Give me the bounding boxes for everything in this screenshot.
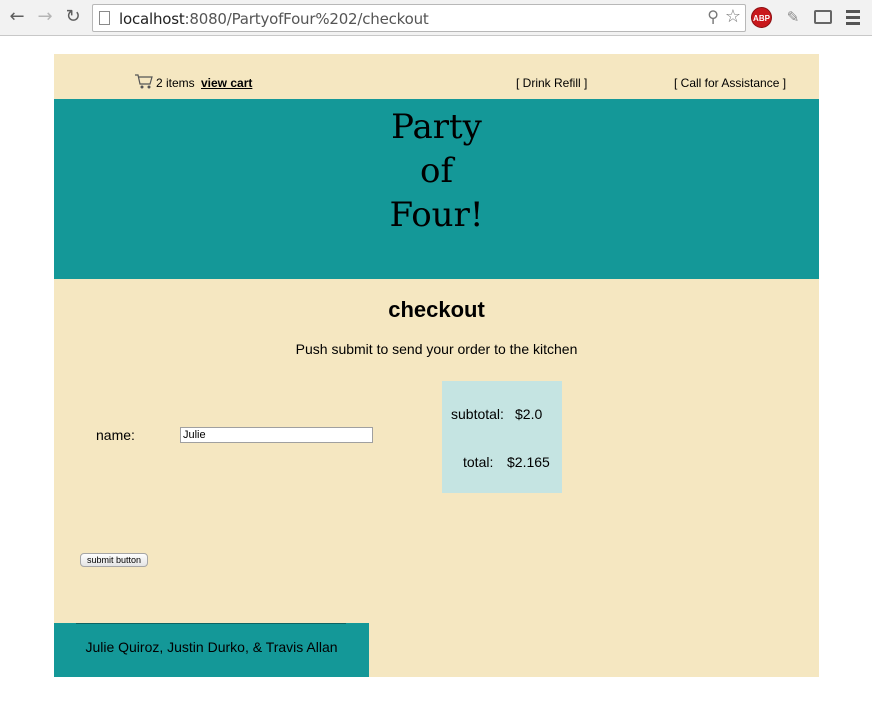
url-text: localhost:8080/PartyofFour%202/checkout	[119, 10, 429, 28]
top-bar: 2 items view cart [ Drink Refill ] [ Cal…	[54, 54, 819, 99]
page-title: checkout	[388, 297, 485, 322]
forward-arrow-icon[interactable]: →	[34, 6, 56, 28]
cart-icon	[135, 74, 153, 89]
submit-button[interactable]: submit button	[80, 553, 149, 567]
subtotal-value: $2.0	[515, 406, 543, 422]
total-label: total:	[463, 454, 494, 470]
address-bar[interactable]: localhost:8080/PartyofFour%202/checkout …	[92, 4, 746, 32]
name-field[interactable]	[180, 427, 373, 443]
view-cart-link[interactable]: view cart	[201, 76, 252, 90]
bookmark-star-icon[interactable]: ☆	[725, 6, 741, 27]
extension-icon[interactable]: ✎	[784, 8, 802, 28]
site-title: Party of Four!	[389, 107, 484, 235]
url-host: localhost	[119, 10, 185, 28]
browser-toolbar: ← → ↻ localhost:8080/PartyofFour%202/che…	[0, 0, 872, 36]
adblock-extension-icon[interactable]: ABP	[751, 7, 772, 28]
total-value: $2.165	[507, 454, 550, 470]
page-container: 2 items view cart [ Drink Refill ] [ Cal…	[54, 54, 819, 677]
header-banner: Party of Four!	[54, 99, 819, 279]
url-path: :8080/PartyofFour%202/checkout	[184, 10, 429, 28]
reload-icon[interactable]: ↻	[62, 6, 84, 28]
cart-count: 2 items	[156, 76, 195, 90]
footer-credits: Julie Quiroz, Justin Durko, & Travis All…	[85, 639, 338, 655]
footer: Julie Quiroz, Justin Durko, & Travis All…	[54, 623, 369, 677]
back-arrow-icon[interactable]: ←	[6, 6, 28, 28]
name-label: name:	[96, 427, 135, 443]
call-assistance-link[interactable]: [ Call for Assistance ]	[674, 76, 786, 90]
zoom-icon[interactable]: ⚲	[707, 7, 719, 26]
cast-icon[interactable]	[814, 10, 832, 24]
subtotal-label: subtotal:	[451, 406, 504, 422]
menu-icon[interactable]	[846, 10, 860, 28]
drink-refill-link[interactable]: [ Drink Refill ]	[516, 76, 587, 90]
instruction-text: Push submit to send your order to the ki…	[295, 341, 578, 357]
page-icon	[99, 11, 110, 25]
totals-box: subtotal: $2.0 total: $2.165	[442, 381, 562, 493]
footer-divider	[76, 623, 346, 624]
